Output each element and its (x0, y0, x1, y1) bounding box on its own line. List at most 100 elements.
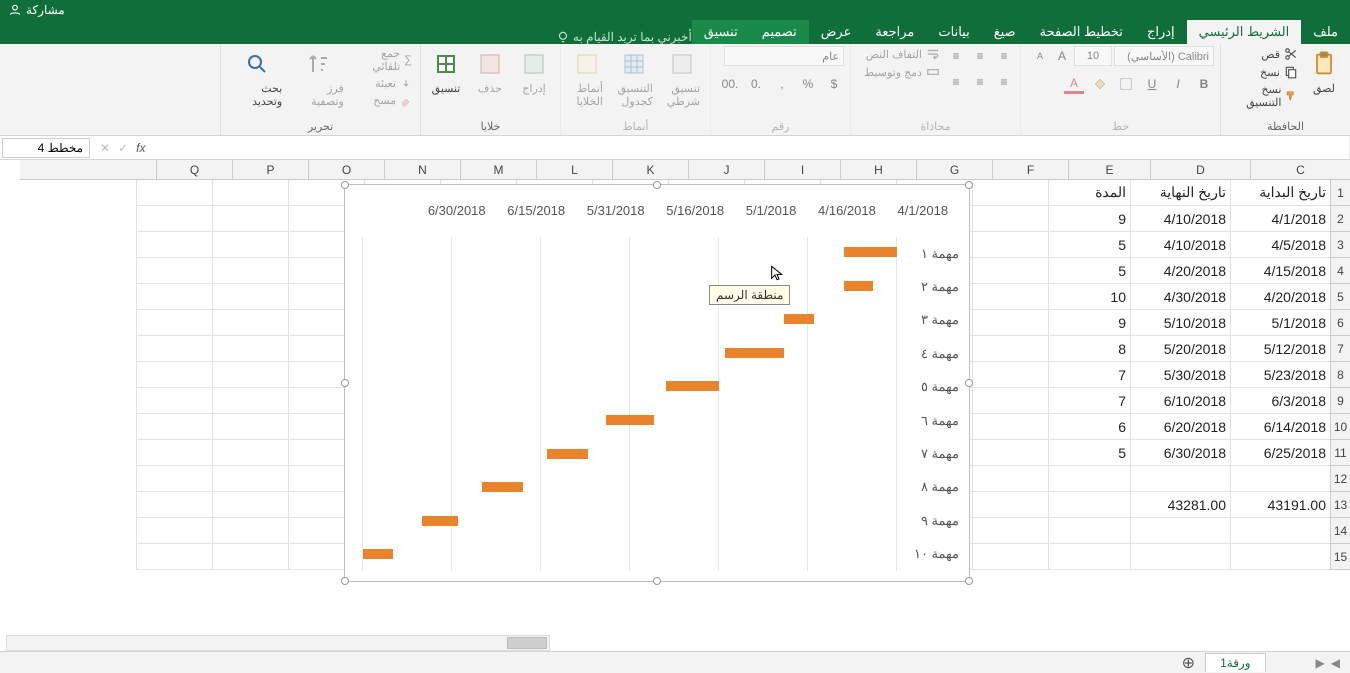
cell[interactable] (136, 206, 212, 232)
cell[interactable] (212, 310, 288, 336)
cell[interactable] (212, 466, 288, 492)
row-header-3[interactable]: 3 (1330, 232, 1350, 258)
format-painter-button[interactable]: نسخ التنسيق (1227, 82, 1300, 110)
cell[interactable]: 5/20/2018 (1130, 336, 1230, 362)
cell[interactable]: المدة (1048, 180, 1130, 206)
cell[interactable] (136, 440, 212, 466)
chart-handle-n[interactable] (653, 181, 661, 189)
cell[interactable] (972, 206, 1048, 232)
gantt-bar[interactable] (844, 247, 897, 257)
row-header-2[interactable]: 2 (1330, 206, 1350, 232)
h-scroll-thumb[interactable] (507, 637, 547, 649)
cell[interactable] (136, 388, 212, 414)
cell[interactable] (1230, 518, 1330, 544)
tab-chart-format[interactable]: تنسيق (692, 20, 750, 44)
tab-review[interactable]: مراجعة (863, 20, 926, 44)
chart-handle-se[interactable] (965, 577, 973, 585)
cell[interactable] (972, 388, 1048, 414)
row-header-10[interactable]: 10 (1330, 414, 1350, 440)
cell[interactable] (212, 362, 288, 388)
chart-handle-w[interactable] (341, 379, 349, 387)
cell[interactable] (972, 414, 1048, 440)
cell[interactable] (212, 414, 288, 440)
clear-button[interactable]: مسح (352, 93, 414, 108)
merge-center-button[interactable]: دمج وتوسيط (862, 64, 942, 80)
cell[interactable]: 6/14/2018 (1230, 414, 1330, 440)
cell[interactable] (136, 232, 212, 258)
cell[interactable] (972, 518, 1048, 544)
tab-formulas[interactable]: صيغ (982, 20, 1028, 44)
shrink-font-icon[interactable]: A (1030, 46, 1050, 66)
cell[interactable] (136, 284, 212, 310)
font-size-select[interactable] (1074, 46, 1112, 66)
cell[interactable]: 5/10/2018 (1130, 310, 1230, 336)
cell[interactable]: 6/3/2018 (1230, 388, 1330, 414)
cell[interactable] (212, 258, 288, 284)
align-center-icon[interactable]: ≡ (970, 72, 990, 92)
row-header-6[interactable]: 6 (1330, 310, 1350, 336)
cell[interactable] (1048, 492, 1130, 518)
tellme-search[interactable]: أخبرني بما تريد القيام به (0, 30, 692, 44)
align-right-icon[interactable]: ≡ (994, 72, 1014, 92)
percent-button[interactable]: % (798, 74, 818, 94)
font-color-button[interactable]: A (1064, 74, 1084, 94)
cell[interactable] (136, 362, 212, 388)
find-select-button[interactable]: بحث وتحديد (227, 46, 286, 110)
cell[interactable] (136, 518, 212, 544)
cell[interactable] (972, 310, 1048, 336)
gantt-bar[interactable] (606, 415, 653, 425)
gantt-bar[interactable] (844, 281, 874, 291)
col-header-D[interactable]: D (1150, 160, 1250, 179)
cell[interactable] (1130, 466, 1230, 492)
col-header-Q[interactable]: Q (156, 160, 232, 179)
horizontal-scrollbar[interactable] (6, 635, 550, 651)
cell[interactable]: 4/15/2018 (1230, 258, 1330, 284)
accept-formula-icon[interactable]: ✓ (118, 141, 128, 155)
gantt-bar[interactable] (666, 381, 719, 391)
cell[interactable] (136, 310, 212, 336)
cell[interactable] (136, 414, 212, 440)
gantt-bar[interactable] (547, 449, 589, 459)
cell[interactable]: تاريخ البداية (1230, 180, 1330, 206)
tab-home[interactable]: الشريط الرئيسي (1187, 20, 1302, 44)
cell[interactable]: 4/20/2018 (1130, 258, 1230, 284)
cell[interactable]: 7 (1048, 362, 1130, 388)
number-format-select[interactable] (724, 46, 844, 66)
sort-filter-button[interactable]: فرز وتصفية (290, 46, 348, 110)
format-as-table-button[interactable]: التنسيق كجدول (611, 46, 657, 110)
sheet-prev-icon[interactable]: ◀ (1331, 656, 1340, 670)
cell[interactable]: 5 (1048, 232, 1130, 258)
row-header-8[interactable]: 8 (1330, 362, 1350, 388)
add-sheet-button[interactable]: ⊕ (1172, 653, 1205, 673)
cell[interactable]: 6 (1048, 414, 1130, 440)
chart-handle-ne[interactable] (965, 181, 973, 189)
cell[interactable]: 6/10/2018 (1130, 388, 1230, 414)
embedded-chart[interactable]: 4/1/20184/16/20185/1/20185/16/20185/31/2… (344, 184, 970, 582)
paste-button[interactable]: لصق (1304, 46, 1344, 97)
fx-label[interactable]: fx (136, 141, 145, 155)
insert-cells-button[interactable]: إدراج (514, 46, 554, 97)
row-header-4[interactable]: 4 (1330, 258, 1350, 284)
cell[interactable]: 43281.00 (1130, 492, 1230, 518)
row-header-1[interactable]: 1 (1330, 180, 1350, 206)
col-header-H[interactable]: H (840, 160, 916, 179)
grow-font-icon[interactable]: A (1052, 46, 1072, 66)
col-header-E[interactable]: E (1068, 160, 1150, 179)
row-header-9[interactable]: 9 (1330, 388, 1350, 414)
cell[interactable]: 7 (1048, 388, 1130, 414)
worksheet-grid[interactable]: CDEFGHIJKLMNOPQ 123456789101112131415 تا… (0, 160, 1350, 650)
cell[interactable] (212, 388, 288, 414)
cell[interactable] (136, 336, 212, 362)
col-header-F[interactable]: F (992, 160, 1068, 179)
cell[interactable] (972, 362, 1048, 388)
cell[interactable] (972, 232, 1048, 258)
gantt-bar[interactable] (422, 516, 458, 526)
chart-plot-area[interactable]: 4/1/20184/16/20185/1/20185/16/20185/31/2… (355, 203, 959, 571)
row-header-5[interactable]: 5 (1330, 284, 1350, 310)
cell[interactable] (212, 336, 288, 362)
cell[interactable] (212, 284, 288, 310)
cell[interactable]: 4/5/2018 (1230, 232, 1330, 258)
bold-button[interactable]: B (1194, 74, 1214, 94)
align-middle-icon[interactable]: ≡ (970, 46, 990, 66)
cell[interactable] (212, 440, 288, 466)
